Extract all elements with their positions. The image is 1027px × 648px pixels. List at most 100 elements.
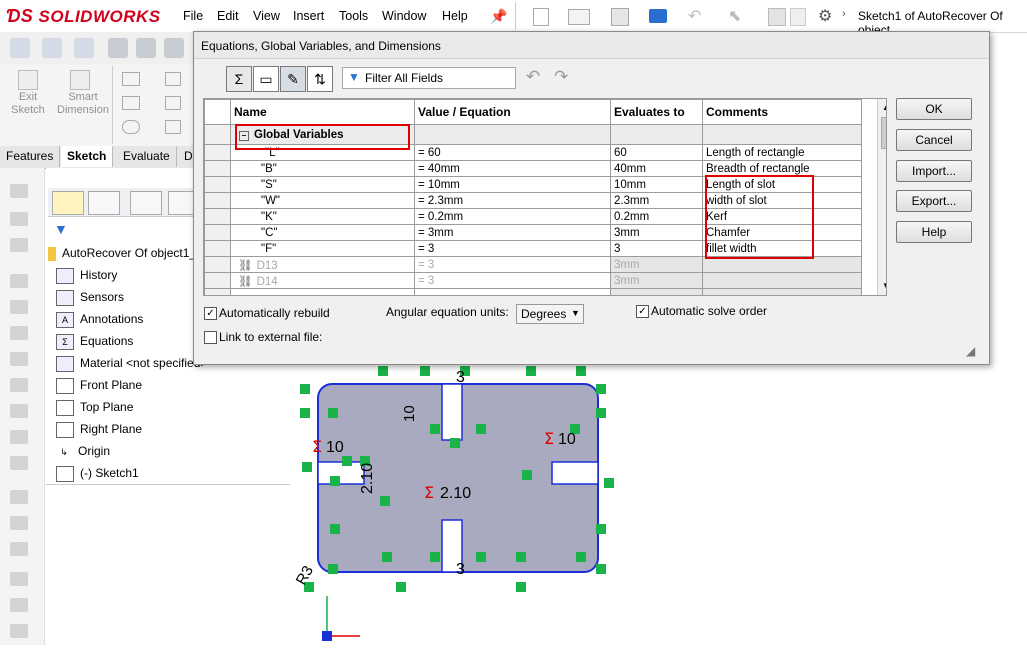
save-icon[interactable] (611, 8, 629, 26)
line-icon[interactable] (122, 72, 140, 86)
tool-icon[interactable] (10, 572, 28, 586)
column-header-name[interactable]: Name (230, 99, 415, 125)
sketch-slot-left[interactable] (317, 461, 365, 485)
dim-label[interactable]: 10 (558, 431, 576, 448)
tree-item-front-plane[interactable]: Front Plane (56, 375, 142, 395)
sketch-slot-right[interactable] (551, 461, 599, 485)
tool-icon[interactable] (10, 624, 28, 638)
column-header-comments[interactable]: Comments (702, 99, 862, 125)
section-view-icon[interactable] (108, 38, 128, 58)
ok-button[interactable]: OK (896, 98, 972, 120)
exit-sketch-button[interactable]: Exit Sketch (6, 91, 50, 117)
property-manager-tab-icon[interactable] (88, 191, 120, 215)
exit-sketch-icon[interactable] (18, 70, 38, 90)
rectangle-icon[interactable] (122, 96, 140, 110)
feature-tree-root[interactable]: AutoRecover Of object1_5 (48, 243, 203, 263)
tool-icon[interactable] (10, 326, 28, 340)
dim-label[interactable]: 2.10 (440, 485, 471, 502)
tool-icon[interactable] (10, 352, 28, 366)
pin-icon[interactable]: 📌 (490, 8, 507, 25)
tool-icon[interactable] (10, 238, 28, 252)
tab-features[interactable]: Features (0, 146, 61, 167)
zoom-to-fit-icon[interactable] (10, 38, 30, 58)
tree-item-top-plane[interactable]: Top Plane (56, 397, 133, 417)
tree-item-sensors[interactable]: Sensors (56, 287, 124, 307)
filter-icon[interactable]: ▼ (54, 221, 68, 237)
sketch-slot-top[interactable] (441, 383, 463, 441)
tool-icon[interactable] (10, 300, 28, 314)
tool-icon[interactable] (10, 378, 28, 392)
dimension-row[interactable] (204, 288, 862, 295)
gear-icon[interactable]: ⚙ (818, 6, 832, 26)
zoom-area-icon[interactable] (42, 38, 62, 58)
export-button[interactable]: Export... (896, 190, 972, 212)
circle-icon[interactable] (122, 120, 140, 134)
dim-label[interactable]: 3 (456, 369, 465, 386)
display-style-icon[interactable] (164, 38, 184, 58)
menu-insert[interactable]: Insert (293, 9, 324, 23)
column-header-value[interactable]: Value / Equation (414, 99, 611, 125)
tree-item-history[interactable]: History (56, 265, 117, 285)
tree-item-equations[interactable]: Σ Equations (56, 331, 133, 351)
tree-item-annotations[interactable]: A Annotations (56, 309, 143, 329)
file-properties-icon[interactable] (790, 8, 806, 26)
dim-name[interactable]: ⛓ D13 (230, 256, 415, 273)
scroll-up-icon[interactable]: ▲ (882, 103, 886, 112)
tool-icon[interactable] (10, 516, 28, 530)
menu-window[interactable]: Window (382, 9, 426, 23)
tool-icon[interactable] (10, 598, 28, 612)
dim-label[interactable]: 10 (401, 405, 418, 422)
tool-icon[interactable] (10, 212, 28, 226)
configuration-tab-icon[interactable] (130, 191, 162, 215)
column-header-evaluates[interactable]: Evaluates to (610, 99, 703, 125)
dim-label[interactable]: 3 (456, 561, 465, 578)
sketch-equation-view-icon[interactable]: ▭ (253, 66, 279, 92)
filter-field[interactable]: ▼ Filter All Fields (342, 67, 516, 89)
menu-help[interactable]: Help (442, 9, 468, 23)
undo-icon[interactable]: ↶ (688, 6, 701, 26)
polygon-icon[interactable] (165, 120, 181, 134)
menu-view[interactable]: View (253, 9, 280, 23)
vertical-scrollbar[interactable]: ▲ ▼ (877, 99, 886, 295)
ordered-view-icon[interactable]: ⇅ (307, 66, 333, 92)
feature-tree-tab-icon[interactable] (52, 191, 84, 215)
rebuild-icon[interactable] (768, 8, 786, 26)
tool-icon[interactable] (10, 404, 28, 418)
previous-view-icon[interactable] (74, 38, 94, 58)
scroll-down-icon[interactable]: ▼ (882, 281, 886, 290)
scroll-thumb[interactable] (881, 117, 886, 149)
chevron-right-icon[interactable]: › (842, 8, 846, 20)
dim-label[interactable]: 10 (326, 439, 344, 456)
tool-icon[interactable] (10, 274, 28, 288)
tool-icon[interactable] (10, 490, 28, 504)
tool-icon[interactable] (10, 430, 28, 444)
print-icon[interactable] (649, 9, 667, 23)
arc-icon[interactable] (165, 72, 181, 86)
dim-label[interactable]: 2.10 (359, 463, 376, 494)
new-document-icon[interactable] (533, 8, 549, 26)
tree-item-origin[interactable]: ↳ Origin (56, 441, 110, 461)
sketch-canvas[interactable]: Σ 10 Σ 10 Σ 2.10 2.10 R3 10 3 3 (290, 360, 1027, 645)
link-external-checkbox[interactable] (204, 331, 217, 344)
redo-icon[interactable]: ↷ (554, 67, 568, 87)
import-button[interactable]: Import... (896, 160, 972, 182)
tree-item-right-plane[interactable]: Right Plane (56, 419, 142, 439)
cancel-button[interactable]: Cancel (896, 129, 972, 151)
tool-icon[interactable] (10, 184, 28, 198)
dimension-view-icon[interactable]: ✎ (280, 66, 306, 92)
tab-evaluate[interactable]: Evaluate (117, 146, 177, 167)
dim-name[interactable]: ⛓ D14 (230, 272, 415, 289)
menu-edit[interactable]: Edit (217, 9, 239, 23)
view-orientation-icon[interactable] (136, 38, 156, 58)
tree-item-material[interactable]: Material <not specified> (56, 353, 207, 373)
auto-solve-checkbox[interactable]: ✓ (636, 305, 649, 318)
spline-icon[interactable] (165, 96, 181, 110)
select-arrow-icon[interactable]: ⬉ (728, 6, 741, 26)
tree-item-sketch1[interactable]: (-) Sketch1 (56, 463, 139, 483)
tab-sketch[interactable]: Sketch (61, 146, 114, 167)
equation-view-icon[interactable]: Σ (226, 66, 252, 92)
tool-icon[interactable] (10, 542, 28, 556)
menu-tools[interactable]: Tools (339, 9, 368, 23)
help-button[interactable]: Help (896, 221, 972, 243)
smart-dimension-button[interactable]: Smart Dimension (56, 91, 110, 117)
